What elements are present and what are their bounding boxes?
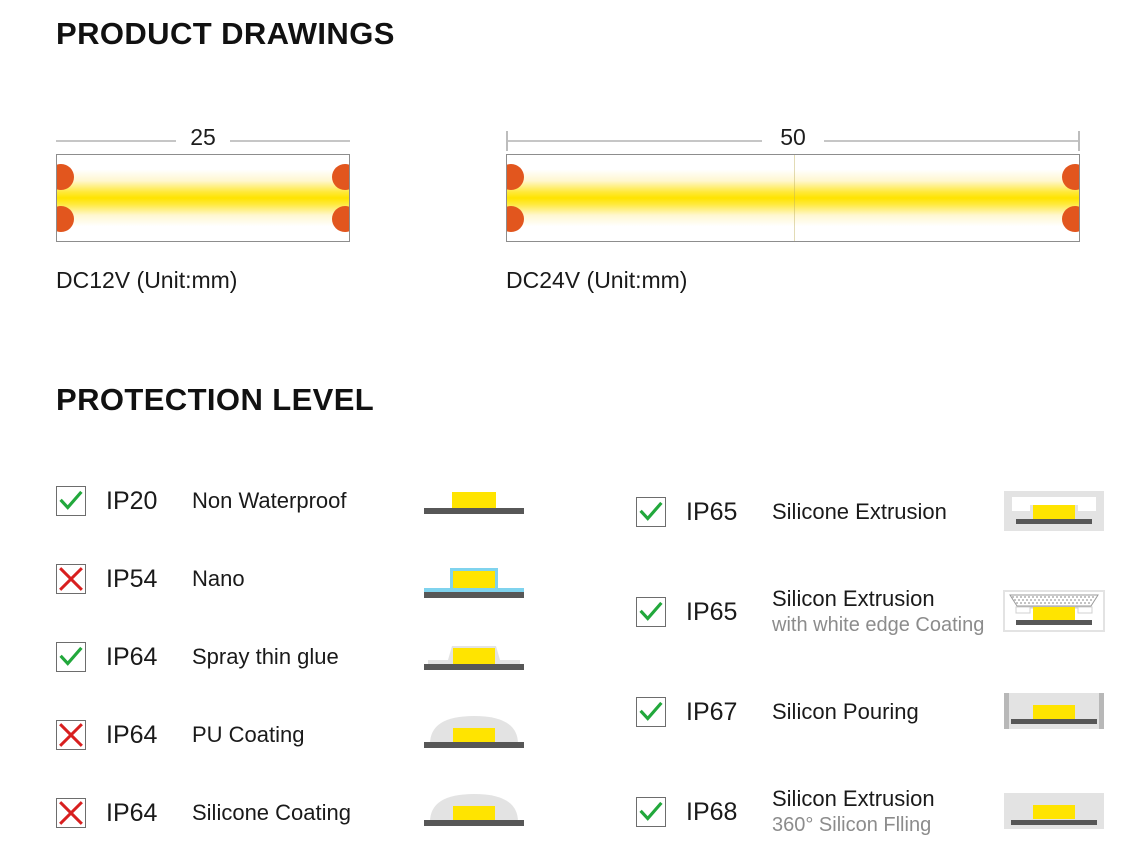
status-checkbox-check[interactable] [636,597,666,627]
cross-section-diagram-icon [422,788,526,838]
protection-subtitle: 360° Silicon Flling [772,814,932,837]
protection-description: Nano [192,565,414,593]
cross-section-diagram-icon [422,632,526,682]
protection-title: Silicone Coating [192,799,351,825]
protection-title: Silicon Pouring [772,698,919,724]
page-title-protection-level: PROTECTION LEVEL [56,382,375,417]
protection-list-left: IP20 Non Waterproof IP54 Nano IP64 Spray thin… [56,462,526,852]
dimension-row-50: 50 [506,124,1080,154]
status-checkbox-check[interactable] [56,642,86,672]
drawing-caption-dc12v: DC12V (Unit:mm) [56,267,238,293]
protection-description: Non Waterproof [192,487,414,515]
protection-description: Silicon Extrusion 360° Silicon Flling [772,785,994,839]
protection-row: IP65 Silicon Extrusion with white edge Coa… [636,562,1106,662]
protection-row: IP64 PU Coating [56,696,526,774]
dimension-label-25: 25 [190,124,216,150]
protection-description: Silicon Extrusion with white edge Coating [772,585,994,639]
protection-row: IP65 Silicone Extrusion [636,462,1106,562]
cross-section-diagram-icon [1002,787,1106,837]
protection-title: PU Coating [192,721,305,747]
protection-title: Spray thin glue [192,643,339,669]
cross-section-diagram-icon [422,710,526,760]
drawing-dc24v: 50 DC24V (Unit:mm) [506,124,1080,294]
ip-rating-label: IP65 [686,497,738,526]
dimension-row-25: 25 [56,124,350,154]
ip-rating-label: IP54 [106,564,158,593]
protection-description: Silicone Extrusion [772,498,994,526]
protection-title: Silicon Extrusion [772,786,935,812]
status-checkbox-cross[interactable] [56,720,86,750]
protection-description: Silicone Coating [192,799,414,827]
protection-title: Silicon Extrusion [772,586,935,612]
protection-title: Nano [192,565,245,591]
status-checkbox-check[interactable] [636,697,666,727]
dimension-label-50: 50 [780,124,806,150]
ip-rating-label: IP64 [106,642,158,671]
protection-description: Silicon Pouring [772,698,994,726]
led-glow [57,155,349,241]
status-checkbox-cross[interactable] [56,564,86,594]
protection-row: IP64 Silicone Coating [56,774,526,852]
cross-section-diagram-icon [422,554,526,604]
led-glow [507,155,1079,241]
cross-section-diagram-icon [1002,487,1106,537]
status-checkbox-check[interactable] [636,797,666,827]
led-strip-dc12v [56,154,350,242]
ip-rating-label: IP67 [686,697,738,726]
protection-description: Spray thin glue [192,643,414,671]
protection-row: IP54 Nano [56,540,526,618]
status-checkbox-check[interactable] [636,497,666,527]
ip-rating-label: IP64 [106,798,158,827]
drawing-caption-dc24v: DC24V (Unit:mm) [506,267,688,293]
protection-list-right: IP65 Silicone Extrusion IP65 Silicon Extrus… [636,462,1106,862]
protection-title: Silicone Extrusion [772,498,947,524]
ip-rating-label: IP64 [106,720,158,749]
page-title-product-drawings: PRODUCT DRAWINGS [56,16,395,51]
cross-section-diagram-icon [1002,587,1106,637]
protection-description: PU Coating [192,721,414,749]
protection-row: IP64 Spray thin glue [56,618,526,696]
drawing-dc12v: 25 DC12V (Unit:mm) [56,124,350,294]
ip-rating-label: IP68 [686,797,738,826]
strip-cut-seam [794,155,795,241]
protection-row: IP68 Silicon Extrusion 360° Silicon Flling [636,762,1106,862]
cross-section-diagram-icon [422,476,526,526]
status-checkbox-check[interactable] [56,486,86,516]
protection-row: IP67 Silicon Pouring [636,662,1106,762]
protection-title: Non Waterproof [192,487,347,513]
protection-row: IP20 Non Waterproof [56,462,526,540]
ip-rating-label: IP20 [106,486,158,515]
status-checkbox-cross[interactable] [56,798,86,828]
cross-section-diagram-icon [1002,687,1106,737]
ip-rating-label: IP65 [686,597,738,626]
led-strip-dc24v [506,154,1080,242]
protection-subtitle: with white edge Coating [772,614,985,637]
